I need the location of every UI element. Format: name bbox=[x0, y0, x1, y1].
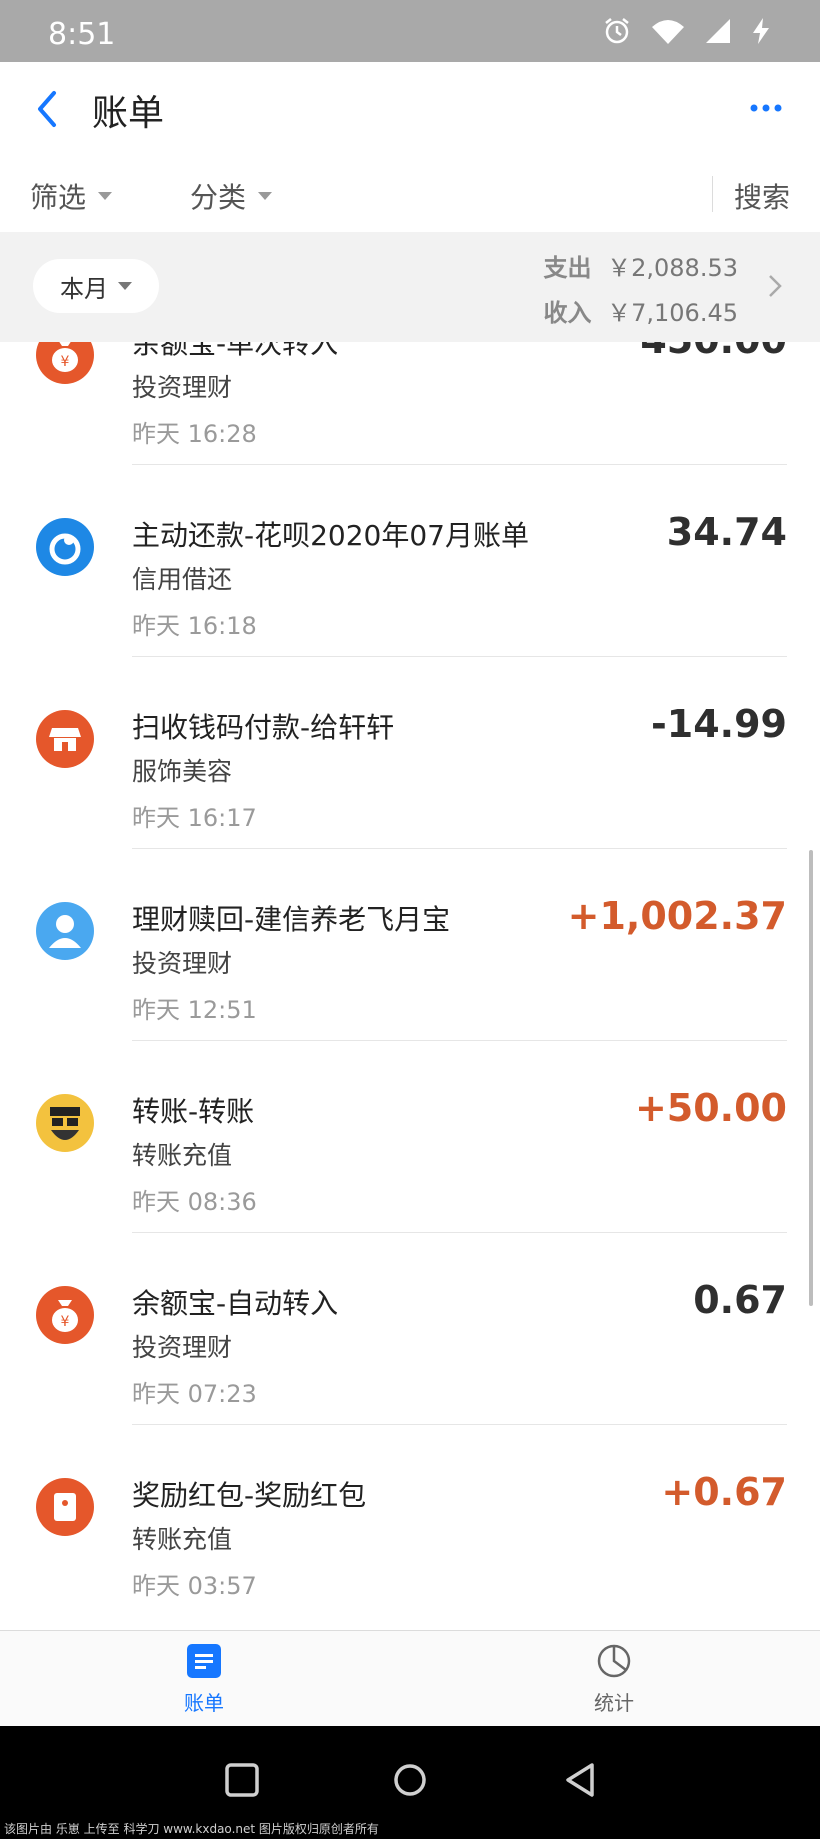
status-icons bbox=[602, 16, 772, 50]
transaction-category: 信用借还 bbox=[132, 565, 233, 594]
pie-chart-icon bbox=[596, 1643, 632, 1679]
chevron-down-icon bbox=[98, 192, 113, 200]
transaction-category: 转账充值 bbox=[132, 1141, 233, 1170]
row-divider bbox=[132, 1232, 787, 1233]
category-label: 分类 bbox=[190, 181, 247, 214]
footer-caption: 该图片由 乐崽 上传至 科学刀 www.kxdao.net 图片版权归原创者所有 bbox=[4, 1822, 379, 1836]
transaction-time: 昨天 16:17 bbox=[132, 804, 257, 832]
transaction-row[interactable]: 扫收钱码付款-给轩轩 服饰美容 昨天 16:17 -14.99 bbox=[0, 688, 820, 880]
expense-value: ￥2,088.53 bbox=[607, 254, 738, 282]
transaction-category: 转账充值 bbox=[132, 1525, 233, 1554]
divider bbox=[712, 176, 713, 212]
transaction-row[interactable]: 转账-转账 转账充值 昨天 08:36 +50.00 bbox=[0, 1072, 820, 1264]
status-time: 8:51 bbox=[48, 17, 116, 52]
transaction-amount: -14.99 bbox=[651, 702, 787, 746]
person-avatar-icon bbox=[36, 1094, 94, 1152]
income-summary: 收入 ￥7,106.45 bbox=[543, 293, 738, 328]
transaction-title: 扫收钱码付款-给轩轩 bbox=[132, 711, 395, 744]
transaction-time: 昨天 12:51 bbox=[132, 996, 257, 1024]
filter-label: 筛选 bbox=[30, 181, 87, 214]
transaction-title: 主动还款-花呗2020年07月账单 bbox=[132, 519, 529, 552]
svg-text:¥: ¥ bbox=[61, 354, 70, 370]
status-bar: 8:51 bbox=[0, 0, 820, 62]
yuebao-icon: ¥ bbox=[36, 342, 94, 384]
transaction-category: 投资理财 bbox=[132, 949, 233, 978]
nav-bar: 账单 bbox=[0, 62, 820, 157]
category-dropdown[interactable]: 分类 bbox=[190, 176, 273, 216]
expense-summary: 支出 ￥2,088.53 bbox=[543, 248, 738, 283]
svg-text:¥: ¥ bbox=[61, 1314, 70, 1330]
transaction-title: 奖励红包-奖励红包 bbox=[132, 1479, 367, 1512]
month-summary[interactable]: 支出 ￥2,088.53 收入 ￥7,106.45 bbox=[543, 248, 738, 338]
transaction-time: 昨天 08:36 bbox=[132, 1188, 257, 1216]
tab-label: 统计 bbox=[594, 1691, 634, 1715]
red-packet-icon bbox=[36, 1478, 94, 1536]
huabei-icon bbox=[36, 518, 94, 576]
recent-apps-icon[interactable] bbox=[222, 1760, 262, 1800]
search-button[interactable]: 搜索 bbox=[734, 176, 790, 216]
transaction-amount: +1,002.37 bbox=[567, 894, 787, 938]
transaction-category: 投资理财 bbox=[132, 1333, 233, 1362]
transaction-row[interactable]: 主动还款-花呗2020年07月账单 信用借还 昨天 16:18 34.74 bbox=[0, 496, 820, 688]
yuebao-icon: ¥ bbox=[36, 1286, 94, 1344]
system-nav-bar: 该图片由 乐崽 上传至 科学刀 www.kxdao.net 图片版权归原创者所有 bbox=[0, 1726, 820, 1839]
transaction-amount: 450.00 bbox=[640, 342, 787, 362]
transaction-amount: 34.74 bbox=[666, 510, 787, 554]
row-divider bbox=[132, 1040, 787, 1041]
transaction-time: 昨天 03:57 bbox=[132, 1572, 257, 1600]
filter-dropdown[interactable]: 筛选 bbox=[30, 176, 113, 216]
battery-charging-icon bbox=[750, 16, 772, 50]
back-triangle-icon[interactable] bbox=[560, 1760, 600, 1800]
transaction-title: 理财赎回-建信养老飞月宝 bbox=[132, 903, 451, 936]
row-divider bbox=[132, 848, 787, 849]
transaction-category: 服饰美容 bbox=[132, 757, 233, 786]
transaction-time: 昨天 16:18 bbox=[132, 612, 257, 640]
transaction-title: 转账-转账 bbox=[132, 1095, 255, 1128]
tab-statistics[interactable]: 统计 bbox=[554, 1643, 674, 1716]
more-dots-icon[interactable] bbox=[748, 98, 784, 118]
row-divider bbox=[132, 1424, 787, 1425]
tab-label: 账单 bbox=[184, 1691, 224, 1715]
home-icon[interactable] bbox=[390, 1760, 430, 1800]
shop-icon bbox=[36, 710, 94, 768]
month-selector[interactable]: 本月 bbox=[33, 259, 159, 313]
transaction-amount: +50.00 bbox=[634, 1086, 787, 1130]
page-title: 账单 bbox=[92, 93, 165, 134]
filter-bar: 筛选 分类 搜索 bbox=[0, 156, 820, 233]
transaction-category: 投资理财 bbox=[132, 373, 233, 402]
transaction-time: 昨天 16:28 bbox=[132, 420, 257, 448]
chevron-down-icon bbox=[258, 192, 273, 200]
transaction-row[interactable]: 奖励红包-奖励红包 转账充值 昨天 03:57 +0.67 bbox=[0, 1456, 820, 1630]
tab-bar: 账单 统计 bbox=[0, 1630, 820, 1727]
expense-label: 支出 bbox=[543, 254, 592, 282]
transaction-time: 昨天 07:23 bbox=[132, 1380, 257, 1408]
income-label: 收入 bbox=[543, 299, 592, 327]
transaction-amount: +0.67 bbox=[661, 1470, 787, 1514]
transaction-title: 余额宝-单次转入 bbox=[132, 342, 339, 360]
transaction-list: ¥ 余额宝-单次转入 投资理财 昨天 16:28 450.00 主动还款-花呗2… bbox=[0, 342, 820, 1630]
chevron-down-icon bbox=[118, 282, 132, 290]
chevron-right-icon[interactable] bbox=[768, 274, 782, 298]
transaction-title: 余额宝-自动转入 bbox=[132, 1287, 339, 1320]
back-chevron-icon[interactable] bbox=[30, 87, 66, 131]
row-divider bbox=[132, 464, 787, 465]
signal-icon bbox=[704, 17, 732, 49]
wifi-icon bbox=[650, 17, 686, 49]
alarm-icon bbox=[602, 16, 632, 50]
bill-icon bbox=[186, 1643, 222, 1679]
transaction-row[interactable]: ¥ 余额宝-单次转入 投资理财 昨天 16:28 450.00 bbox=[0, 342, 820, 496]
month-label: 本月 bbox=[60, 274, 108, 303]
row-divider bbox=[132, 656, 787, 657]
tab-bill[interactable]: 账单 bbox=[144, 1643, 264, 1716]
transaction-amount: 0.67 bbox=[693, 1278, 787, 1322]
income-value: ￥7,106.45 bbox=[607, 299, 738, 327]
scrollbar[interactable] bbox=[809, 850, 813, 1306]
month-summary-bar: 本月 支出 ￥2,088.53 收入 ￥7,106.45 bbox=[0, 232, 820, 342]
transaction-row[interactable]: ¥ 余额宝-自动转入 投资理财 昨天 07:23 0.67 bbox=[0, 1264, 820, 1456]
transaction-row[interactable]: 理财赎回-建信养老飞月宝 投资理财 昨天 12:51 +1,002.37 bbox=[0, 880, 820, 1072]
user-avatar-icon bbox=[36, 902, 94, 960]
